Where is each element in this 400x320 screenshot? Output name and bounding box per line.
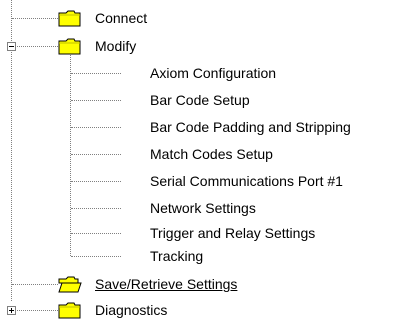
tree-branch-line	[71, 127, 121, 128]
tree-item-bar-code-padding[interactable]: Bar Code Padding and Stripping	[150, 118, 351, 136]
tree-branch-line	[71, 233, 121, 234]
folder-closed-icon	[58, 302, 81, 319]
tree-branch-line	[12, 18, 58, 19]
tree-branch-line	[17, 46, 58, 47]
folder-closed-icon	[58, 38, 81, 55]
tree-item-save-retrieve-settings[interactable]: Save/Retrieve Settings	[95, 275, 237, 293]
tree-item-bar-code-setup[interactable]: Bar Code Setup	[150, 91, 250, 109]
tree-item-diagnostics[interactable]: Diagnostics	[95, 301, 167, 319]
tree-branch-line	[71, 154, 121, 155]
tree-item-modify[interactable]: Modify	[95, 37, 136, 55]
tree-branch-line	[17, 310, 58, 311]
folder-open-icon	[58, 276, 82, 293]
tree-branch-line	[71, 73, 121, 74]
tree-item-axiom-configuration[interactable]: Axiom Configuration	[150, 64, 276, 82]
folder-closed-icon	[58, 10, 81, 27]
tree-item-tracking[interactable]: Tracking	[150, 247, 203, 265]
tree-branch-line	[71, 100, 121, 101]
tree-item-connect[interactable]: Connect	[95, 9, 147, 27]
tree-item-match-codes-setup[interactable]: Match Codes Setup	[150, 145, 273, 163]
collapse-minus-icon[interactable]	[7, 42, 16, 51]
expand-plus-icon[interactable]	[7, 306, 16, 315]
settings-tree: Connect Modify Axiom Configuration Bar C…	[0, 0, 400, 320]
tree-branch-line	[71, 181, 121, 182]
tree-branch-line	[12, 284, 58, 285]
tree-item-trigger-relay-settings[interactable]: Trigger and Relay Settings	[150, 224, 315, 242]
tree-item-network-settings[interactable]: Network Settings	[150, 199, 256, 217]
tree-children-vertical-line	[70, 55, 71, 256]
tree-branch-line	[71, 208, 121, 209]
tree-item-serial-communications[interactable]: Serial Communications Port #1	[150, 172, 343, 190]
tree-branch-line	[71, 256, 121, 257]
